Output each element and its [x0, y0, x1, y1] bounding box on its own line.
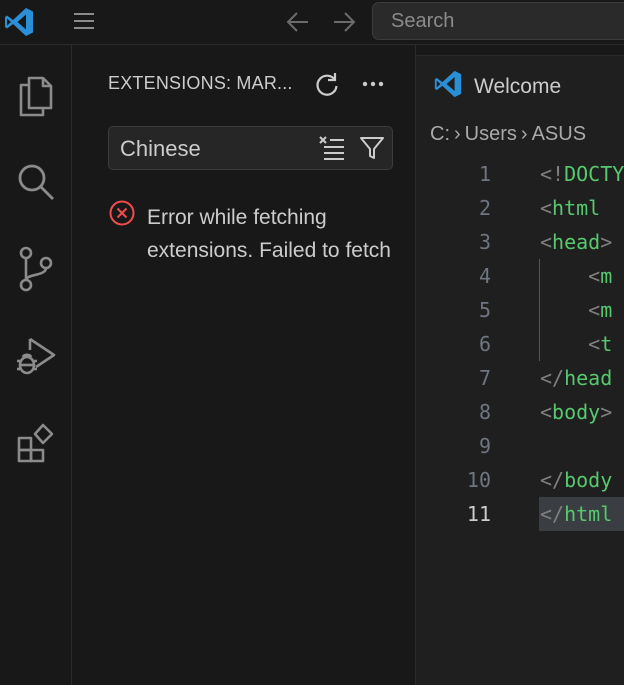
- line-content: </body: [540, 468, 613, 492]
- code-line[interactable]: 4 <m: [416, 259, 624, 293]
- chevron-right-icon: ›: [520, 123, 528, 145]
- refresh-icon[interactable]: [312, 69, 342, 99]
- extension-search-value: Chinese: [120, 136, 201, 161]
- arrow-right-icon[interactable]: [330, 8, 358, 36]
- code-line[interactable]: 3 <head>: [416, 225, 624, 259]
- arrow-left-icon[interactable]: [284, 8, 312, 36]
- vscode-logo-icon: [434, 70, 462, 98]
- tab-welcome[interactable]: Welcome: [416, 55, 624, 116]
- filter-icon[interactable]: [357, 133, 387, 163]
- chevron-right-icon: ›: [454, 123, 461, 145]
- code-line[interactable]: 11 </html: [416, 497, 624, 531]
- line-number: 6: [478, 332, 491, 356]
- indent-guide: [539, 259, 540, 361]
- extensions-icon[interactable]: [0, 407, 71, 477]
- clear-filter-icon[interactable]: [317, 133, 347, 163]
- line-content: <head>: [540, 230, 613, 254]
- command-search-input[interactable]: Search: [372, 2, 624, 40]
- title-bar: Search: [0, 0, 624, 45]
- editor-area: Welcome C: › Users › ASUS 1 <!DOCTY 2 <html 3 <h…: [416, 45, 624, 685]
- explorer-icon[interactable]: [0, 61, 71, 131]
- run-debug-icon[interactable]: [0, 321, 71, 391]
- error-icon: [109, 200, 135, 226]
- breadcrumb-item[interactable]: Users: [465, 123, 517, 145]
- sidebar-title: EXTENSIONS: MAR...: [108, 73, 293, 93]
- line-number: 9: [478, 434, 491, 458]
- code-line[interactable]: 10 </body: [416, 463, 624, 497]
- code-line[interactable]: 6 <t: [416, 327, 624, 361]
- code-line[interactable]: 9: [416, 429, 624, 463]
- code-line[interactable]: 7 </head: [416, 361, 624, 395]
- code-line[interactable]: 5 <m: [416, 293, 624, 327]
- line-number: 2: [478, 196, 491, 220]
- code-line[interactable]: 8 <body>: [416, 395, 624, 429]
- breadcrumb-item[interactable]: ASUS: [532, 123, 586, 145]
- tab-bar: Welcome: [416, 45, 624, 116]
- line-content: </html: [540, 502, 613, 526]
- line-number: 3: [478, 230, 491, 254]
- breadcrumb: C: › Users › ASUS: [430, 123, 586, 146]
- source-control-icon[interactable]: [0, 234, 71, 304]
- line-number: 4: [478, 264, 491, 288]
- more-actions-icon[interactable]: [358, 69, 388, 99]
- breadcrumb-item[interactable]: C:: [430, 123, 450, 145]
- code-line[interactable]: 1 <!DOCTY: [416, 157, 624, 191]
- line-number: 7: [478, 366, 491, 390]
- line-content: <m: [588, 264, 613, 288]
- line-content: <t: [588, 332, 613, 356]
- line-number: 8: [478, 400, 491, 424]
- line-content: <html: [540, 196, 613, 220]
- line-number: 11: [466, 502, 491, 526]
- search-icon[interactable]: [0, 147, 71, 217]
- line-content: <!DOCTY: [540, 162, 624, 186]
- line-number: 5: [478, 298, 491, 322]
- extension-search-input[interactable]: Chinese: [108, 126, 393, 170]
- activity-bar: [0, 45, 72, 685]
- line-number: 10: [466, 468, 491, 492]
- line-number: 1: [478, 162, 491, 186]
- menu-icon[interactable]: [70, 8, 98, 34]
- line-content: </head: [540, 366, 613, 390]
- error-message: Error while fetching extensions. Failed …: [147, 206, 391, 262]
- vscode-logo-icon: [5, 8, 33, 36]
- tab-label: Welcome: [474, 75, 562, 98]
- line-content: <m: [588, 298, 613, 322]
- extensions-sidebar: EXTENSIONS: MAR... Chinese Error while f…: [72, 45, 416, 685]
- code-line[interactable]: 2 <html: [416, 191, 624, 225]
- line-content: <body>: [540, 400, 613, 424]
